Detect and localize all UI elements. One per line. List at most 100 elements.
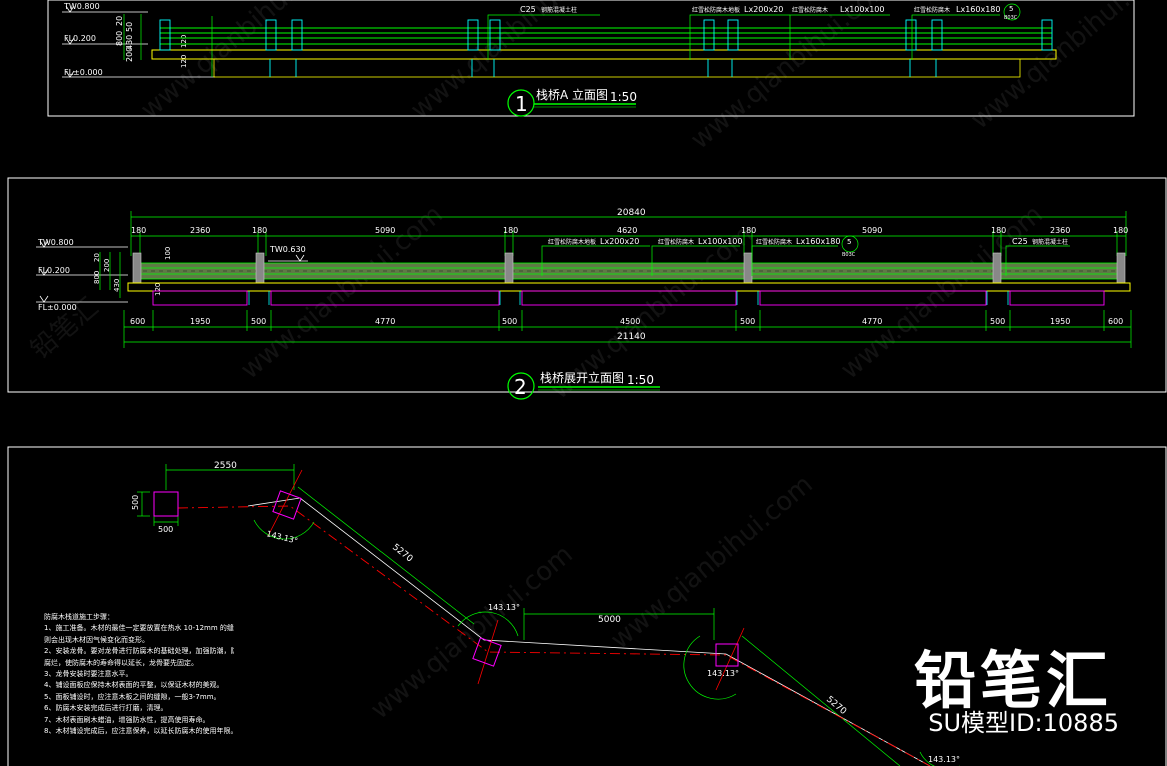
vdim: 20	[115, 16, 124, 26]
title-number: 1	[515, 92, 528, 116]
dim-top: 180	[741, 226, 756, 235]
note-line: 5、面板铺设时，应注意木板之间的缝隙，一般3-7mm。	[44, 692, 221, 701]
callout-wood2: 红雪松防腐木	[792, 6, 828, 14]
brand-model-id: SU模型ID:10885	[928, 709, 1119, 737]
callout-wood1-size: Lx200x20	[600, 237, 639, 246]
drawing-title: 栈桥A 立面图	[536, 87, 608, 102]
note-line: 3、龙骨安装时要注意水平。	[44, 670, 133, 679]
detail-number: 5	[1009, 5, 1013, 13]
dim-500-v: 500	[131, 495, 140, 510]
drawing-scale: 1:50	[627, 373, 654, 387]
vdim: 120	[154, 283, 162, 296]
note-line: 腐烂，使防腐木的寿命得以延长，龙骨要先固定。	[44, 658, 198, 667]
level-tw: TW0.800	[37, 238, 74, 247]
elevation-b: 20840 180 2360 180 5090 180 4620 180 509…	[36, 208, 1132, 400]
level-fl0: FL±0.000	[64, 68, 103, 77]
dim-top: 180	[991, 226, 1006, 235]
callout-wood1: 红雪松防腐木地板	[548, 238, 596, 246]
detail-number: 5	[847, 238, 851, 246]
vdim: 430	[113, 279, 121, 292]
angle-label: 143.13°	[707, 669, 739, 678]
dim-bottom: 600	[130, 317, 145, 326]
level-fl: FL0.200	[38, 266, 70, 275]
note-line: 则会出现木材因气候变化而变形。	[44, 635, 149, 644]
level-fl0: FL±0.000	[38, 303, 77, 312]
watermark-text: www.qianbihui.com	[965, 0, 1167, 135]
dim-bottom: 4770	[375, 317, 395, 326]
vdim: 200	[103, 259, 111, 272]
dim-bottom: 4500	[620, 317, 640, 326]
vdim: 200	[125, 47, 134, 62]
level-tw: TW0.800	[63, 2, 100, 11]
dim-5000: 5000	[598, 615, 621, 625]
note-line: 1、施工准备。木材的最佳一定要放置在热水 10-12mm 的缝隙，否	[44, 624, 234, 633]
dim-top: 2360	[1050, 226, 1070, 235]
watermark-text: www.qianbihui.com	[135, 0, 348, 125]
vdim: 50	[125, 22, 134, 32]
callout-wood3-size: Lx160x180	[796, 237, 840, 246]
callout-wood2-size: Lx100x100	[698, 237, 742, 246]
deck-slab	[127, 282, 1131, 292]
dim-bottom: 1950	[1050, 317, 1070, 326]
vdim: 800	[93, 271, 101, 284]
dim-top-total: 20840	[617, 208, 646, 218]
notes-title: 防腐木栈道施工步骤：	[44, 613, 114, 621]
vdim: 100	[164, 247, 172, 260]
callout-concrete-desc: 钢筋混凝土柱	[541, 6, 577, 14]
dim-500-h: 500	[158, 525, 173, 534]
dim-top: 5090	[375, 226, 395, 235]
vdim: 800	[115, 31, 124, 46]
note-line: 4、铺设面板应保持木材表面的平整，以保证木材的美观。	[44, 681, 224, 690]
callout-wood1: 红雪松防腐木地板	[692, 6, 740, 14]
detail-ref: B03C	[1004, 15, 1018, 21]
angle-label: 143.13°	[928, 755, 960, 764]
title-number: 2	[514, 375, 527, 399]
dim-bottom: 500	[251, 317, 266, 326]
dim-bottom: 500	[990, 317, 1005, 326]
callout-concrete: C25	[520, 5, 536, 14]
dim-bottom: 500	[502, 317, 517, 326]
callout-wood2-size: Lx100x100	[840, 5, 884, 14]
vdim: 120	[180, 35, 188, 48]
callout-wood2: 红雪松防腐木	[658, 238, 694, 246]
drawing-scale: 1:50	[610, 90, 637, 104]
detail-ref: B03C	[842, 252, 856, 258]
elevation-a: TW0.800 FL0.200 FL±0.000 20 50 430 800 2…	[62, 2, 1057, 117]
dim-bottom: 600	[1108, 317, 1123, 326]
dim-top: 4620	[617, 226, 637, 235]
vdim: 20	[93, 253, 101, 262]
note-line: 6、防腐木安装完成后进行打磨，清理。	[44, 704, 168, 713]
note-line: 2、安装龙骨。要对龙骨进行防腐木的基础处理，加强防潮，防虫蛀，防	[44, 647, 234, 656]
angle-label: 143.13°	[488, 603, 520, 612]
construction-notes: 防腐木栈道施工步骤： 1、施工准备。木材的最佳一定要放置在热水 10-12mm …	[44, 612, 234, 737]
dim-bottom-total: 21140	[617, 332, 646, 342]
dim-2550: 2550	[214, 461, 237, 471]
vdim: 120	[180, 55, 188, 68]
dim-bottom: 4770	[862, 317, 882, 326]
plan-view: 2550 500 500 5270 5000 5270 143.13° 143.…	[131, 461, 960, 766]
watermark-text: www.qianbihui.com	[605, 469, 818, 655]
callout-wood1-size: Lx200x20	[744, 5, 783, 14]
note-line: 7、木材表面刷木蜡油，增强防水性，提高使用寿命。	[44, 715, 210, 724]
callout-wood3: 红雪松防腐木	[914, 6, 950, 14]
callout-wood3: 红雪松防腐木	[756, 238, 792, 246]
dim-bottom: 1950	[190, 317, 210, 326]
callout-concrete: C25	[1012, 237, 1028, 246]
dim-top: 180	[503, 226, 518, 235]
note-line: 8、木材铺设完成后，应注意保养，以延长防腐木的使用年限。	[44, 727, 234, 736]
callout-concrete-desc: 钢筋混凝土柱	[1032, 238, 1068, 246]
watermark-text: www.qianbihui.com	[365, 539, 578, 725]
dim-bottom: 500	[740, 317, 755, 326]
callout-wood3-size: Lx160x180	[956, 5, 1000, 14]
dim-top: 180	[131, 226, 146, 235]
angle-label: 143.13°	[266, 529, 299, 545]
level-tw2: TW0.630	[269, 245, 306, 254]
watermark-text: www.qianbihui.com	[685, 0, 898, 155]
dim-top: 180	[252, 226, 267, 235]
drawing-title: 栈桥展开立面图	[540, 370, 624, 385]
level-fl: FL0.200	[64, 34, 96, 43]
dim-top: 5090	[862, 226, 882, 235]
watermark-text: www.qianbihui.com	[405, 0, 618, 125]
dim-top: 180	[1113, 226, 1128, 235]
dim-top: 2360	[190, 226, 210, 235]
